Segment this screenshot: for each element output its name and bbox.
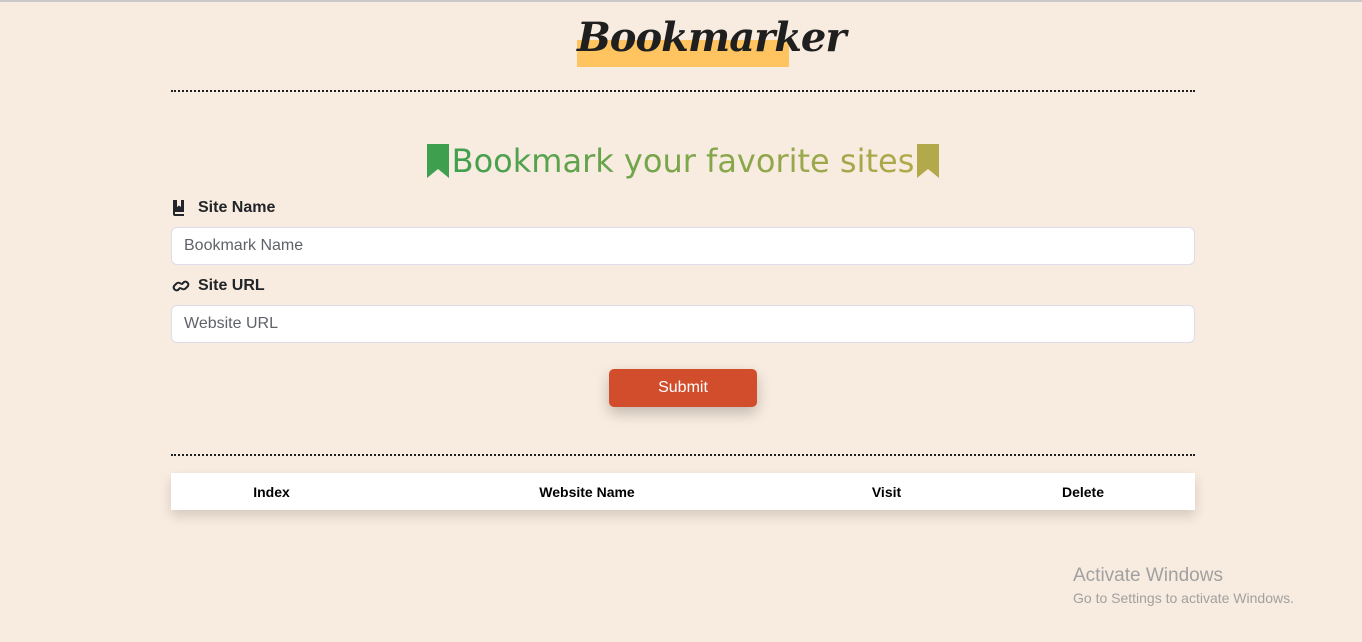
top-divider <box>171 90 1195 92</box>
window-top-border <box>0 0 1362 2</box>
watermark-subtitle: Go to Settings to activate Windows. <box>1073 590 1294 606</box>
column-header-website-name: Website Name <box>539 483 635 500</box>
form-heading: Bookmark your favorite sites <box>171 138 1195 184</box>
site-url-label-text: Site URL <box>198 277 265 294</box>
bookmarks-table: Index Website Name Visit Delete <box>171 473 1195 510</box>
link-icon <box>172 280 190 292</box>
watermark-title: Activate Windows <box>1073 565 1223 586</box>
bookmark-icon <box>917 144 940 178</box>
bookmark-icon <box>426 144 449 178</box>
site-url-label: Site URL <box>171 275 265 297</box>
logo-text: Bookmarker <box>577 14 846 61</box>
column-header-visit: Visit <box>871 483 902 500</box>
bottom-divider <box>171 454 1195 456</box>
site-name-label: Site Name <box>171 197 275 219</box>
activate-windows-watermark: Activate Windows Go to Settings to activ… <box>1073 564 1294 608</box>
site-name-input[interactable] <box>171 227 1195 265</box>
book-bookmark-icon <box>173 200 184 216</box>
submit-button[interactable]: Submit <box>609 369 757 407</box>
table-header-row: Index Website Name Visit Delete <box>171 473 1195 510</box>
site-name-label-text: Site Name <box>198 199 276 216</box>
column-header-index: Index <box>253 483 290 500</box>
form-heading-text: Bookmark your favorite sites <box>451 142 915 180</box>
column-header-delete: Delete <box>1061 483 1105 500</box>
logo: Bookmarker <box>577 12 846 67</box>
site-url-input[interactable] <box>171 305 1195 343</box>
